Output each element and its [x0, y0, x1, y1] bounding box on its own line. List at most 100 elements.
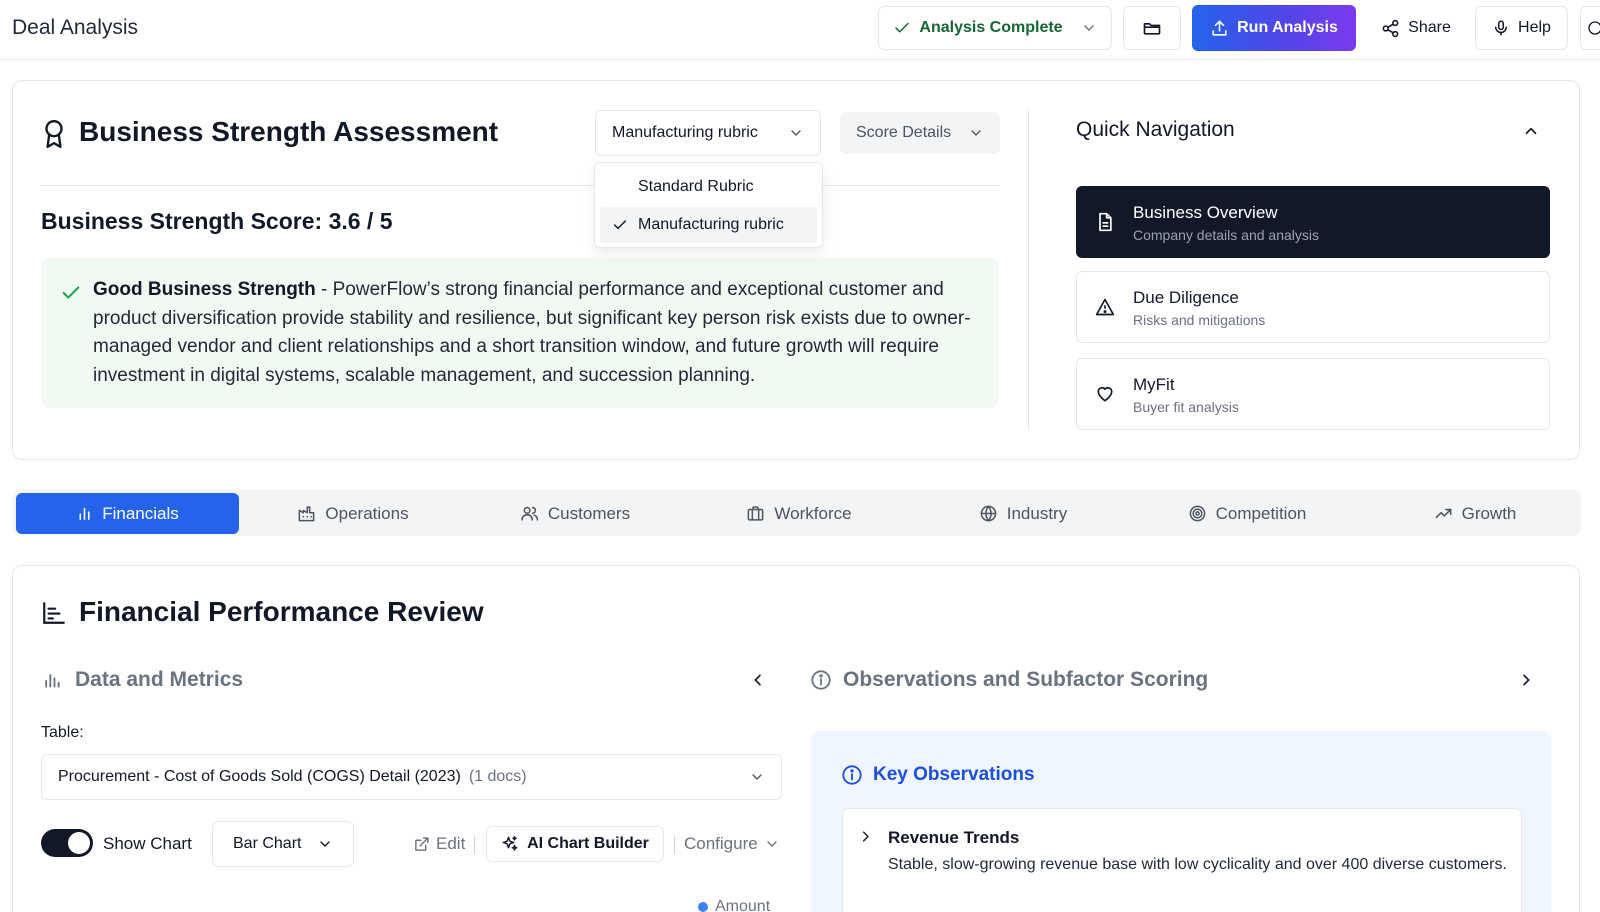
tab-label: Operations	[325, 503, 409, 523]
quick-nav-sublabel: Risks and mitigations	[1133, 312, 1266, 328]
chart-legend: Amount	[698, 898, 770, 912]
check-icon	[60, 282, 82, 304]
analysis-status-label: Analysis Complete	[919, 19, 1063, 36]
run-analysis-button[interactable]: Run Analysis	[1192, 5, 1356, 51]
edit-button[interactable]: Edit	[413, 834, 465, 854]
chart-type-label: Bar Chart	[233, 835, 302, 852]
share-button[interactable]: Share	[1370, 6, 1462, 50]
chevron-down-icon	[317, 836, 333, 852]
divider	[41, 185, 999, 186]
legend-label: Amount	[715, 898, 771, 912]
warning-icon	[1095, 297, 1115, 317]
tab-customers[interactable]: Customers	[475, 493, 675, 534]
quick-navigation-title: Quick Navigation	[1076, 118, 1235, 141]
external-link-icon	[413, 836, 430, 853]
observation-title: Revenue Trends	[888, 828, 1020, 847]
tab-label: Workforce	[774, 503, 852, 523]
chart-icon	[41, 600, 67, 626]
bar-chart-icon	[42, 670, 62, 690]
table-label: Table:	[41, 724, 84, 741]
tab-industry[interactable]: Industry	[923, 493, 1123, 534]
circle-icon	[1587, 20, 1600, 36]
observation-text: Stable, slow-growing revenue base with l…	[888, 856, 1507, 873]
table-select-value: Procurement - Cost of Goods Sold (COGS) …	[58, 768, 527, 786]
rubric-selected-label: Manufacturing rubric	[612, 124, 758, 141]
info-icon	[841, 764, 863, 786]
account-button[interactable]	[1580, 6, 1600, 50]
tab-growth[interactable]: Growth	[1375, 493, 1575, 534]
quick-nav-due-diligence[interactable]: Due Diligence Risks and mitigations	[1076, 271, 1550, 343]
financial-section-title: Financial Performance Review	[79, 596, 484, 627]
quick-nav-sublabel: Company details and analysis	[1133, 227, 1319, 243]
score-details-button[interactable]: Score Details	[840, 112, 1000, 154]
chevron-down-icon	[1081, 20, 1097, 36]
table-select[interactable]: Procurement - Cost of Goods Sold (COGS) …	[41, 754, 782, 800]
configure-button[interactable]: Configure	[684, 834, 780, 854]
tab-label: Financials	[102, 503, 179, 523]
table-name: Procurement - Cost of Goods Sold (COGS) …	[58, 768, 461, 785]
upload-icon	[1210, 19, 1229, 38]
configure-label: Configure	[684, 834, 758, 853]
quick-nav-myfit[interactable]: MyFit Buyer fit analysis	[1076, 358, 1550, 430]
tab-workforce[interactable]: Workforce	[699, 493, 899, 534]
score-details-label: Score Details	[856, 124, 952, 141]
rubric-option-standard[interactable]: Standard Rubric	[600, 169, 817, 205]
bar-chart-icon	[76, 505, 93, 522]
factory-icon	[297, 504, 316, 523]
analysis-status-button[interactable]: Analysis Complete	[878, 6, 1112, 50]
divider	[474, 836, 475, 854]
share-icon	[1381, 19, 1400, 38]
show-chart-toggle[interactable]	[41, 829, 93, 857]
assessment-title: Business Strength Assessment	[79, 116, 499, 147]
tab-label: Customers	[547, 503, 631, 523]
show-chart-label: Show Chart	[103, 834, 192, 853]
tab-competition[interactable]: Competition	[1147, 493, 1347, 534]
globe-icon	[979, 504, 998, 523]
tab-financials[interactable]: Financials	[16, 493, 239, 534]
chevron-left-icon[interactable]	[750, 672, 766, 688]
chevron-up-icon[interactable]	[1522, 122, 1540, 140]
check-icon	[612, 217, 628, 233]
rubric-dropdown-menu: Standard Rubric Manufacturing rubric	[594, 162, 823, 248]
open-folder-button[interactable]	[1123, 6, 1181, 50]
users-icon	[520, 504, 539, 523]
chart-type-select[interactable]: Bar Chart	[212, 821, 354, 867]
help-label: Help	[1518, 19, 1551, 36]
quick-nav-business-overview[interactable]: Business Overview Company details and an…	[1076, 186, 1550, 258]
ai-chart-builder-button[interactable]: AI Chart Builder	[486, 826, 664, 862]
chevron-down-icon	[749, 769, 765, 785]
chevron-down-icon	[764, 836, 780, 852]
check-icon	[893, 19, 911, 37]
target-icon	[1188, 504, 1207, 523]
quick-nav-label: Business Overview	[1133, 203, 1278, 222]
info-icon	[810, 669, 832, 691]
tab-label: Competition	[1215, 503, 1307, 523]
business-strength-score: Business Strength Score: 3.6 / 5	[41, 208, 393, 234]
sparkles-icon	[501, 835, 519, 853]
trending-up-icon	[1434, 504, 1453, 523]
observations-title: Observations and Subfactor Scoring	[843, 668, 1209, 691]
chevron-right-icon[interactable]	[1518, 672, 1534, 688]
chevron-right-icon[interactable]	[858, 829, 873, 844]
heart-icon	[1095, 384, 1115, 404]
rubric-select[interactable]: Manufacturing rubric	[595, 110, 821, 156]
tab-label: Industry	[1006, 503, 1068, 523]
help-button[interactable]: Help	[1475, 6, 1568, 50]
quick-nav-sublabel: Buyer fit analysis	[1133, 399, 1239, 415]
briefcase-icon	[746, 504, 765, 523]
run-analysis-label: Run Analysis	[1237, 19, 1338, 36]
toggle-knob	[68, 832, 90, 854]
rubric-option-manufacturing[interactable]: Manufacturing rubric	[600, 207, 817, 243]
summary-heading: Good Business Strength	[93, 279, 316, 300]
table-doc-count: (1 docs)	[468, 768, 527, 785]
divider	[674, 836, 675, 854]
microphone-icon	[1492, 19, 1510, 37]
app-title: Deal Analysis	[12, 16, 139, 39]
rubric-option-label: Standard Rubric	[638, 178, 754, 195]
divider	[1028, 110, 1029, 430]
edit-label: Edit	[436, 834, 466, 853]
folder-icon	[1142, 18, 1162, 38]
chevron-down-icon	[788, 125, 804, 141]
tab-operations[interactable]: Operations	[253, 493, 453, 534]
document-icon	[1095, 212, 1115, 232]
